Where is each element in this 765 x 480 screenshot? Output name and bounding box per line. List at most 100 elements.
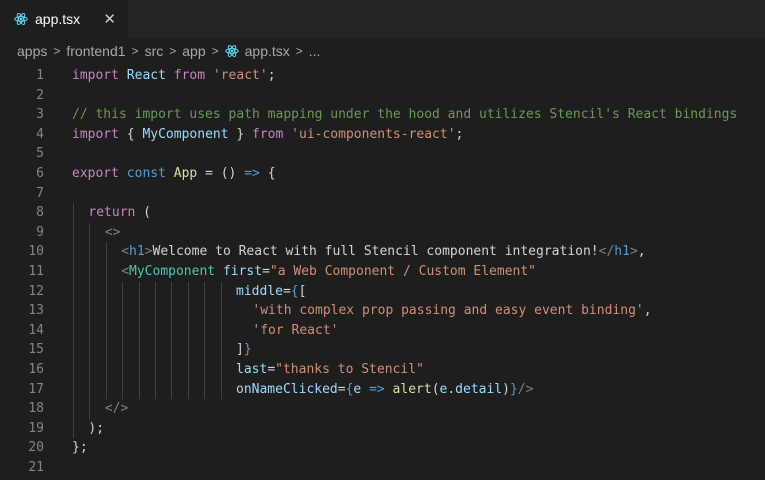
code-line[interactable]: 17 onNameClicked={e => alert(e.detail)}/> xyxy=(0,379,765,400)
chevron-right-icon: > xyxy=(211,44,219,58)
indent-guide xyxy=(89,301,91,321)
indent-guide xyxy=(220,281,222,302)
indent-guide xyxy=(122,301,124,321)
indent-guide xyxy=(89,399,91,419)
code-line[interactable]: 4 import { MyComponent } from 'ui-compone… xyxy=(0,125,765,145)
code-token: "a Web Component / Custom Element" xyxy=(269,263,537,279)
code-token: ] xyxy=(236,342,244,358)
code-token: 'ui-components-react' xyxy=(291,126,456,142)
indent-guide xyxy=(89,320,91,341)
code-line[interactable]: 21 xyxy=(0,458,765,478)
code-text: }; xyxy=(72,438,88,458)
code-token: alert xyxy=(392,381,432,397)
code-token: from xyxy=(173,68,206,83)
code-line[interactable]: 8 return ( xyxy=(0,203,765,223)
indent-guide xyxy=(155,359,156,380)
code-token: = xyxy=(337,381,346,397)
code-line[interactable]: 9 <> xyxy=(0,222,765,243)
code-line[interactable]: 18 </> xyxy=(0,399,765,419)
breadcrumb-more[interactable]: ... xyxy=(309,43,321,59)
indent-guide xyxy=(220,379,222,400)
indent-guide xyxy=(89,222,91,243)
code-line[interactable]: 10 <h1>Welcome to React with full Stencil… xyxy=(0,242,765,262)
line-number: 19 xyxy=(28,420,44,436)
code-text: <MyComponent first="a Web Component / Cu… xyxy=(72,261,537,282)
indent-guide xyxy=(89,261,91,282)
indent-guide xyxy=(73,359,74,380)
indent-guide xyxy=(187,281,189,302)
code-token: = xyxy=(262,263,270,279)
code-token: ( xyxy=(431,381,440,397)
breadcrumb-item-src[interactable]: src xyxy=(145,43,164,59)
indent-guide xyxy=(204,281,206,302)
code-line[interactable]: 3 // this import uses path mapping under … xyxy=(0,105,765,125)
code-token: return xyxy=(88,205,136,221)
code-text: <h1>Welcome to React with full Stencil c… xyxy=(72,242,646,262)
code-line[interactable]: 13 'with complex prop passing and easy ev… xyxy=(0,301,765,321)
code-line[interactable]: 19); xyxy=(0,418,765,439)
line-number: 6 xyxy=(36,165,44,181)
code-line[interactable]: 7 xyxy=(0,184,765,204)
indent-guide xyxy=(220,340,222,360)
indent-guide xyxy=(105,301,107,321)
code-line[interactable]: 14 'for React' xyxy=(0,320,765,341)
line-number: 13 xyxy=(28,303,44,319)
indent-guide xyxy=(89,379,91,400)
code-line[interactable]: 12 middle={[ xyxy=(0,281,765,302)
breadcrumb-item-file[interactable]: app.tsx xyxy=(224,43,290,59)
code-token: ); xyxy=(88,420,105,436)
tab-app-tsx[interactable]: app.tsx ✕ xyxy=(0,0,128,38)
code-token: => xyxy=(244,165,260,181)
indent-guide xyxy=(73,320,74,341)
line-number: 2 xyxy=(36,87,44,103)
code-token: Welcome to React with full Stencil compo… xyxy=(152,244,599,260)
code-line[interactable]: 16 last="thanks to Stencil" xyxy=(0,359,765,380)
breadcrumb-item-app[interactable]: app xyxy=(182,43,205,59)
breadcrumb-item-apps[interactable]: apps xyxy=(17,43,47,59)
indent-guide xyxy=(138,359,140,380)
indent-guide xyxy=(105,261,107,282)
code-token: h1 xyxy=(614,244,630,260)
indent-guide xyxy=(89,359,91,380)
code-token: = () xyxy=(197,165,245,181)
code-text: middle={[ xyxy=(72,281,306,302)
code-line[interactable]: 2 xyxy=(0,86,765,106)
tab-label: app.tsx xyxy=(35,11,81,27)
indent-guide xyxy=(105,359,107,380)
line-number: 14 xyxy=(28,322,44,338)
indent-guide xyxy=(138,320,140,341)
code-token: ; xyxy=(455,126,464,142)
code-line[interactable]: 6 export const App = () => { xyxy=(0,164,765,184)
code-token: 'for React' xyxy=(252,322,339,338)
code-line[interactable]: 1 import React from 'react'; xyxy=(0,66,765,86)
indent-guide xyxy=(204,379,206,400)
code-line[interactable]: 5 xyxy=(0,144,765,164)
code-token: = xyxy=(267,361,276,377)
indent-guide xyxy=(171,379,173,400)
close-icon[interactable]: ✕ xyxy=(103,12,116,27)
code-line[interactable]: 20}; xyxy=(0,438,765,458)
code-line[interactable]: 15]} xyxy=(0,340,765,360)
indent-guide xyxy=(187,301,189,321)
indent-guide xyxy=(204,340,206,360)
code-editor[interactable]: 1 import React from 'react'; 2 3 // this imp… xyxy=(0,64,765,477)
code-token: onNameClicked xyxy=(236,381,338,397)
code-token: ; xyxy=(267,68,276,83)
code-token: , xyxy=(643,303,652,319)
indent-guide xyxy=(73,203,74,223)
line-number: 15 xyxy=(28,342,44,358)
line-number: 9 xyxy=(36,224,44,240)
code-text: ]} xyxy=(72,340,252,360)
indent-guide xyxy=(89,242,91,262)
code-line[interactable]: 11 <MyComponent first="a Web Component / … xyxy=(0,261,765,282)
code-token: "thanks to Stencil" xyxy=(275,361,424,377)
code-token: > xyxy=(629,244,638,260)
breadcrumb-file-label: app.tsx xyxy=(244,43,290,59)
code-token: ) xyxy=(502,381,510,397)
breadcrumb-item-frontend1[interactable]: frontend1 xyxy=(66,43,125,59)
code-token: React xyxy=(126,68,166,83)
indent-guide xyxy=(220,359,222,380)
